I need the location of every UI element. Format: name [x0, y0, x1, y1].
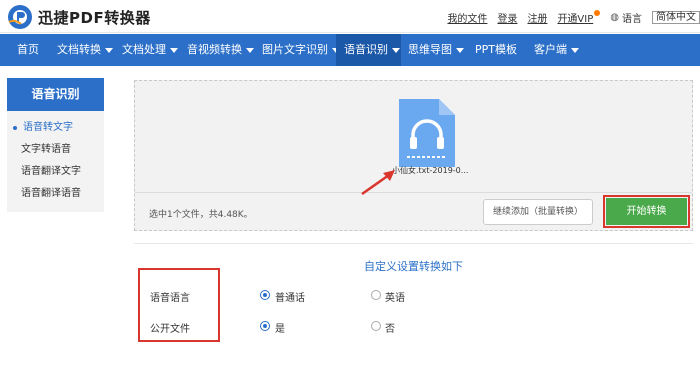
- chevron-down-icon: [571, 47, 579, 53]
- top-bar: 迅捷PDF转换器 我的文件 登录 注册 开通VIP ◍ 语言 简体中文: [0, 0, 700, 33]
- sidebar-item-speech-to-text[interactable]: 语音转文字: [7, 117, 104, 139]
- nav-client-label: 客户端: [534, 43, 567, 56]
- nav-av-convert-label: 音视频转换: [187, 43, 242, 56]
- nav-doc-convert[interactable]: 文档转换: [57, 34, 113, 66]
- logo-icon[interactable]: [7, 4, 33, 30]
- nav-ppt-template[interactable]: PPT模板: [475, 34, 517, 66]
- public-file-label: 公开文件: [150, 324, 190, 335]
- vip-badge-icon: [594, 10, 601, 16]
- main-nav: 首页 文档转换 文档处理 音视频转换 图片文字识别 语音识别 思维导图 PPT模…: [0, 34, 700, 66]
- active-dot-icon: [13, 126, 17, 130]
- option-mandarin-label: 普通话: [275, 293, 305, 304]
- nav-doc-process[interactable]: 文档处理: [122, 34, 178, 66]
- nav-home-label: 首页: [17, 43, 39, 56]
- chevron-down-icon: [392, 47, 400, 53]
- open-vip-label: 开通VIP: [557, 14, 594, 25]
- nav-doc-convert-label: 文档转换: [57, 43, 101, 56]
- sidebar-item-label: 语音翻译语音: [21, 188, 81, 199]
- radio-public-no[interactable]: [371, 321, 381, 331]
- option-english-label: 英语: [385, 293, 405, 304]
- nav-home[interactable]: 首页: [17, 34, 47, 66]
- my-files-link[interactable]: 我的文件: [447, 10, 487, 25]
- start-button-highlight: 开始转换: [603, 195, 690, 228]
- sidebar-item-label: 语音翻译文字: [21, 166, 81, 177]
- sidebar-item-text-to-speech[interactable]: 文字转语音: [7, 139, 104, 161]
- language-label: 语言: [622, 14, 642, 25]
- sidebar-item-label: 语音转文字: [23, 122, 73, 133]
- login-link[interactable]: 登录: [497, 10, 517, 25]
- nav-speech-recognition[interactable]: 语音识别: [336, 34, 401, 66]
- continue-add-button[interactable]: 继续添加（批量转换）: [483, 199, 593, 225]
- language-select[interactable]: 简体中文: [652, 11, 700, 24]
- selection-status: 选中1个文件，共4.48K。: [149, 210, 253, 220]
- upload-panel: 小仙女.txt-2019-0... 选中1个文件，共4.48K。 继续添加（批量…: [134, 80, 693, 231]
- radio-english[interactable]: [371, 290, 381, 300]
- chevron-down-icon: [456, 47, 464, 53]
- option-no-label: 否: [385, 324, 395, 335]
- open-vip-link[interactable]: 开通VIP: [557, 10, 601, 25]
- audio-file-icon[interactable]: [397, 97, 457, 169]
- nav-client[interactable]: 客户端: [534, 34, 579, 66]
- radio-public-yes[interactable]: [260, 321, 270, 331]
- sidebar-item-speech-translate-text[interactable]: 语音翻译文字: [7, 161, 104, 183]
- top-links: 我的文件 登录 注册 开通VIP ◍ 语言 简体中文: [437, 10, 700, 25]
- settings-section: 自定义设置转换如下 语音语言 普通话 英语 公开文件 是 否: [134, 243, 693, 361]
- sidebar-item-speech-translate-speech[interactable]: 语音翻译语音: [7, 183, 104, 205]
- sidebar-title: 语音识别: [7, 78, 104, 111]
- nav-speech-recognition-label: 语音识别: [344, 43, 388, 56]
- nav-mind-map[interactable]: 思维导图: [408, 34, 464, 66]
- globe-icon: ◍: [610, 12, 619, 23]
- nav-av-convert[interactable]: 音视频转换: [187, 34, 254, 66]
- nav-image-ocr[interactable]: 图片文字识别: [262, 34, 340, 66]
- sidebar: 语音识别 语音转文字 文字转语音 语音翻译文字 语音翻译语音: [7, 78, 104, 212]
- radio-mandarin[interactable]: [260, 290, 270, 300]
- register-link[interactable]: 注册: [527, 10, 547, 25]
- speech-language-label: 语音语言: [150, 293, 190, 304]
- nav-ppt-template-label: PPT模板: [475, 43, 517, 56]
- chevron-down-icon: [105, 47, 113, 53]
- option-yes-label: 是: [275, 324, 285, 335]
- file-name: 小仙女.txt-2019-0...: [392, 166, 469, 175]
- nav-image-ocr-label: 图片文字识别: [262, 43, 328, 56]
- annotation-arrow-icon: [361, 170, 395, 196]
- nav-mind-map-label: 思维导图: [408, 43, 452, 56]
- start-convert-button[interactable]: 开始转换: [606, 198, 687, 225]
- nav-doc-process-label: 文档处理: [122, 43, 166, 56]
- chevron-down-icon: [246, 47, 254, 53]
- chevron-down-icon: [170, 47, 178, 53]
- brand-name[interactable]: 迅捷PDF转换器: [38, 7, 151, 28]
- file-drop-area[interactable]: 小仙女.txt-2019-0...: [135, 81, 692, 196]
- sidebar-item-label: 文字转语音: [21, 144, 71, 155]
